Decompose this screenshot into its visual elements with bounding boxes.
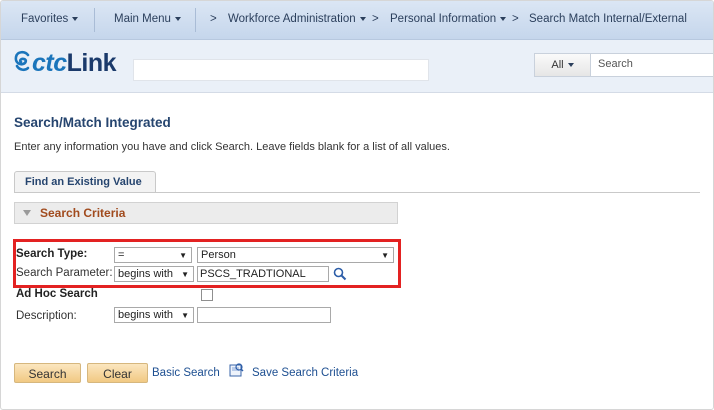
breadcrumb-arrow-icon: > (512, 13, 519, 25)
chevron-down-icon (359, 16, 366, 21)
ad-hoc-search-label: Ad Hoc Search (16, 288, 98, 300)
select-value: begins with (118, 309, 174, 321)
breadcrumb-arrow-icon: > (372, 13, 379, 25)
basic-search-link[interactable]: Basic Search (152, 367, 220, 379)
nav-divider (94, 8, 95, 32)
search-scope-dropdown[interactable]: All (535, 54, 591, 76)
description-label: Description: (16, 310, 77, 322)
page-title: Search/Match Integrated (14, 115, 171, 130)
search-criteria-section[interactable]: Search Criteria (14, 202, 398, 224)
global-search[interactable]: All Search (534, 53, 713, 77)
highlight-box (13, 239, 401, 288)
tab-find-existing-value[interactable]: Find an Existing Value (14, 171, 156, 193)
section-label: Search Criteria (40, 206, 126, 220)
global-search-input[interactable]: Search (598, 58, 633, 70)
search-scope-label: All (551, 59, 564, 71)
breadcrumb-label: Workforce Administration (228, 13, 356, 25)
logo-swirl-icon (13, 50, 31, 79)
favorites-menu[interactable]: Favorites (21, 13, 79, 25)
ad-hoc-search-checkbox[interactable] (201, 289, 213, 301)
breadcrumb-workforce-administration[interactable]: Workforce Administration (228, 13, 366, 25)
favorites-label: Favorites (21, 13, 69, 25)
breadcrumb-label: Personal Information (390, 13, 497, 25)
header-band: ctcLink All Search (1, 40, 713, 93)
save-criteria-icon[interactable] (228, 362, 244, 381)
breadcrumb-personal-information[interactable]: Personal Information (390, 13, 507, 25)
description-operator-select[interactable]: begins with ▼ (114, 307, 194, 323)
header-blank-field (133, 59, 429, 81)
collapse-triangle-icon (23, 210, 31, 216)
tab-divider (14, 192, 700, 193)
ctclink-logo[interactable]: ctcLink (13, 49, 117, 79)
breadcrumb-search-match[interactable]: Search Match Internal/External (529, 13, 687, 25)
chevron-down-icon (567, 63, 574, 68)
tab-label: Find an Existing Value (25, 176, 142, 188)
search-button[interactable]: Search (14, 363, 81, 383)
page-instructions: Enter any information you have and click… (14, 141, 450, 153)
chevron-down-icon (72, 16, 79, 21)
nav-divider (195, 8, 196, 32)
description-input[interactable] (197, 307, 331, 323)
logo-prefix: ctc (32, 49, 67, 77)
chevron-down-icon (500, 16, 507, 21)
main-menu[interactable]: Main Menu (114, 13, 181, 25)
breadcrumb-arrow-icon: > (210, 13, 217, 25)
save-search-criteria-link[interactable]: Save Search Criteria (252, 367, 358, 379)
logo-suffix: Link (66, 49, 117, 77)
chevron-down-icon (174, 16, 181, 21)
main-menu-label: Main Menu (114, 13, 171, 25)
clear-button[interactable]: Clear (87, 363, 148, 383)
browser-frame: Favorites Main Menu > Workforce Administ… (0, 0, 714, 410)
top-navigation: Favorites Main Menu > Workforce Administ… (1, 1, 713, 40)
dropdown-arrow-icon: ▼ (181, 311, 189, 320)
